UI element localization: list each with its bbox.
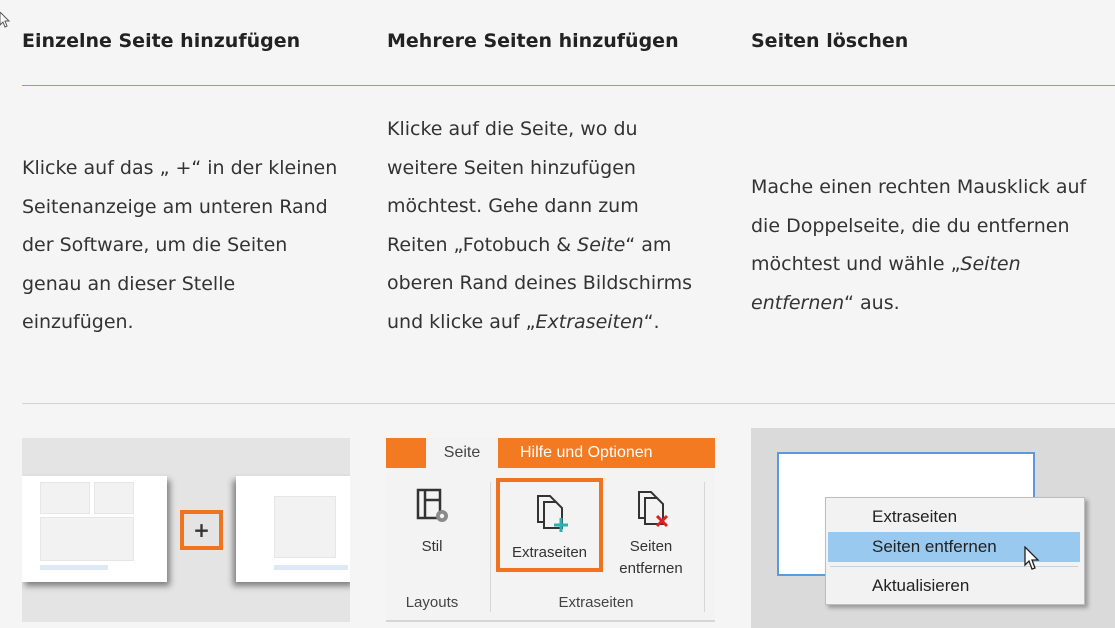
remove-pages-icon — [638, 491, 669, 528]
column-header-delete: Seiten löschen — [751, 30, 909, 52]
stil-button[interactable]: Stil — [396, 486, 468, 558]
instruction-delete: Mache einen rechten Mausklick auf die Do… — [751, 168, 1096, 322]
text-segment: “. — [643, 310, 660, 333]
tab-seite[interactable]: Seite — [426, 438, 498, 468]
layout-gear-icon — [416, 488, 448, 522]
tab-hilfe-und-optionen[interactable]: Hilfe und Optionen — [499, 438, 653, 468]
group-label-extraseiten: Extraseiten — [558, 594, 634, 611]
group-label-layouts: Layouts — [405, 594, 459, 611]
add-pages-icon — [536, 495, 568, 532]
column-header-add-multiple: Mehrere Seiten hinzufügen — [387, 30, 679, 52]
text-segment: “ aus. — [844, 291, 900, 314]
mouse-pointer-icon — [1024, 546, 1040, 570]
text-segment: Extraseiten — [535, 310, 644, 333]
menu-item-extraseiten[interactable]: Extraseiten — [828, 502, 1080, 532]
extraseiten-button[interactable]: Extraseiten — [496, 478, 603, 572]
column-header-add-single: Einzelne Seite hinzufügen — [22, 30, 301, 52]
ribbon-screenshot: Seite Hilfe und Optionen Stil Extraseite… — [386, 438, 715, 622]
seiten-entfernen-label-1: Seiten — [629, 538, 673, 555]
text-segment: Mache einen rechten Mausklick auf die Do… — [751, 176, 1087, 275]
extraseiten-label: Extraseiten — [511, 544, 588, 561]
page-strip-screenshot: + — [22, 438, 350, 622]
text-segment: Seite — [577, 233, 626, 256]
header-divider — [22, 85, 1115, 86]
page-thumbnail-left[interactable] — [22, 476, 167, 582]
add-page-button[interactable]: + — [180, 510, 223, 550]
menu-item-seiten-entfernen[interactable]: Seiten entfernen — [828, 532, 1080, 562]
content-divider — [22, 403, 1115, 404]
context-menu: Extraseiten Seiten entfernen Aktualisier… — [825, 497, 1085, 605]
page-thumbnail-right[interactable] — [236, 476, 350, 582]
mouse-cursor-icon — [0, 12, 11, 28]
instruction-add-single: Klicke auf das „ +“ in der kleinen Seite… — [22, 149, 352, 342]
seiten-entfernen-label-2: entfernen — [619, 560, 683, 577]
plus-icon: + — [193, 518, 210, 542]
context-menu-screenshot: Extraseiten Seiten entfernen Aktualisier… — [751, 428, 1115, 628]
text-segment: Klicke auf das „ +“ in der kleinen Seite… — [22, 157, 338, 333]
menu-item-aktualisieren[interactable]: Aktualisieren — [828, 571, 1080, 601]
stil-label: Stil — [421, 538, 443, 555]
seiten-entfernen-button[interactable]: Seiten entfernen — [611, 486, 691, 580]
instruction-add-multiple: Klicke auf die Seite, wo du weitere Seit… — [387, 110, 705, 341]
